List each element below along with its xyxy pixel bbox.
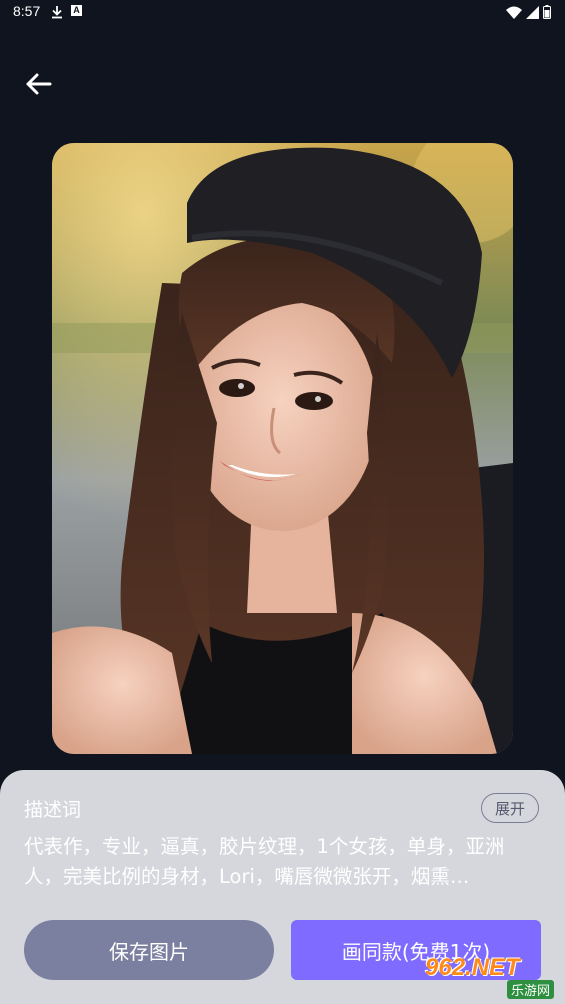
watermark-sub: 乐游网 <box>506 980 554 999</box>
back-button[interactable] <box>20 70 56 102</box>
status-time: 8:57 <box>13 3 41 19</box>
save-image-button[interactable]: 保存图片 <box>24 920 274 980</box>
wifi-icon <box>506 4 522 23</box>
generated-portrait-image <box>52 143 513 754</box>
arrow-left-icon <box>24 72 52 100</box>
battery-icon <box>543 4 551 23</box>
watermark-logo: 962.NET 乐游网 <box>425 952 560 1000</box>
watermark-main: 962.NET <box>425 954 520 981</box>
signal-icon <box>526 4 539 23</box>
a-badge-icon: A <box>71 5 82 16</box>
download-icon <box>50 4 64 23</box>
status-bar: 8:57 A <box>0 0 565 24</box>
description-title: 描述词 <box>24 799 82 821</box>
description-text: 代表作，专业，逼真，胶片纹理，1个女孩，单身，亚洲人，完美比例的身材，Lori，… <box>24 835 505 888</box>
expand-button[interactable]: 展开 <box>481 793 539 823</box>
